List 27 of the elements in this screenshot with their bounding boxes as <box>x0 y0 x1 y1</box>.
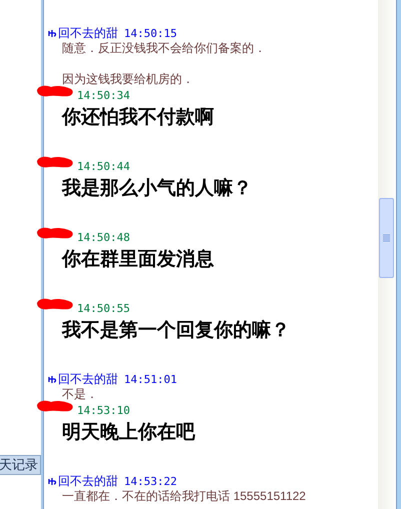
message-time: 14:50:15 <box>124 26 177 41</box>
redaction-mark <box>34 84 74 98</box>
message-time: 14:50:34 <box>77 88 130 103</box>
message-text: 明天晚上你在吧 <box>62 421 196 445</box>
message-text: 我是那么小气的人嘛？ <box>62 176 253 201</box>
message-time: 14:50:55 <box>77 301 130 316</box>
redaction-mark <box>34 399 74 413</box>
redaction-mark <box>34 226 74 240</box>
sender-name: 回不去的甜 <box>58 474 118 489</box>
message-time: 14:51:01 <box>124 372 177 387</box>
message-text: 随意．反正没钱我不会给你们备案的． <box>62 41 267 56</box>
grip-icon <box>383 234 390 242</box>
redaction-mark <box>34 297 74 311</box>
redaction-mark <box>34 155 74 169</box>
message-time: 14:50:48 <box>77 230 130 245</box>
message-time: 14:50:44 <box>77 159 130 174</box>
scrollbar-thumb[interactable] <box>379 198 394 278</box>
message-text: 因为这钱我要给机房的． <box>62 72 195 87</box>
message-time: 14:53:22 <box>124 474 177 489</box>
sender-name: 回不去的甜 <box>58 26 118 41</box>
message-time: 14:53:10 <box>77 403 130 418</box>
message-text: 一直都在．不在的话给我打电话 15555151122 <box>62 489 307 504</box>
message-text: 你还怕我不付款啊 <box>62 106 215 130</box>
message-text: 我不是第一个回复你的嘛？ <box>62 318 291 343</box>
sender-name: 回不去的甜 <box>58 372 118 387</box>
message-text: 你在群里面发消息 <box>62 248 215 272</box>
message-text: 不是． <box>62 387 99 402</box>
